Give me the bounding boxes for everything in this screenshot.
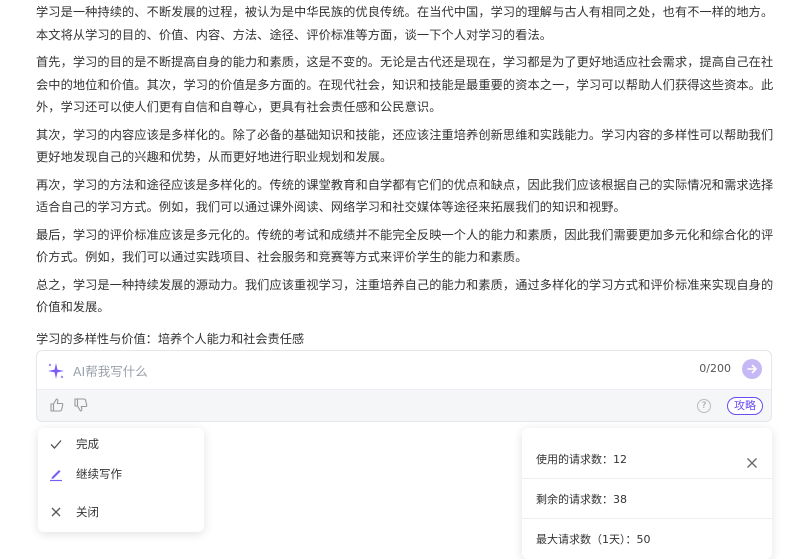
pen-icon xyxy=(48,466,64,482)
quota-panel: 使用的请求数：12 剩余的请求数：38 最大请求数（1天）：50 xyxy=(522,428,772,559)
article-paragraph: 总之，学习是一种持续发展的源动力。我们应该重视学习，注重培养自己的能力和素质，通… xyxy=(36,277,774,315)
quota-row-used: 使用的请求数：12 xyxy=(522,438,772,479)
arrow-right-icon xyxy=(747,364,757,374)
article-paragraph: 最后，学习的评价标准应该是多元化的。传统的考试和成绩并不能完全反映一个人的能力和… xyxy=(36,227,774,265)
help-icon[interactable]: ? xyxy=(697,399,711,413)
menu-item-label: 继续写作 xyxy=(76,467,122,481)
char-counter: 0/200 xyxy=(699,362,731,375)
close-icon xyxy=(48,504,64,520)
article-paragraph: 再次，学习的方法和途径应该是多样化的。传统的课堂教育和自学都有它们的优点和缺点，… xyxy=(36,177,774,215)
check-icon xyxy=(48,436,64,452)
action-menu: 完成 继续写作 关闭 xyxy=(38,428,204,532)
ai-prompt-row[interactable]: AI帮我写什么 0/200 xyxy=(37,351,771,390)
article-paragraph: 学习是一种持续的、不断发展的过程，被认为是中华民族的优良传统。在当代中国，学习的… xyxy=(36,5,774,42)
article-subtitle: 学习的多样性与价值：培养个人能力和社会责任感 xyxy=(36,332,305,346)
quota-remaining: 剩余的请求数：38 xyxy=(536,493,627,506)
quota-row-max: 最大请求数（1天）：50 xyxy=(522,518,772,558)
thumbs-down-icon[interactable] xyxy=(73,397,89,413)
article: 学习是一种持续的、不断发展的过程，被认为是中华民族的优良传统。在当代中国，学习的… xyxy=(36,0,776,324)
quota-max: 最大请求数（1天）：50 xyxy=(536,533,651,546)
menu-item-label: 完成 xyxy=(76,437,99,451)
ai-prompt-input[interactable]: AI帮我写什么 xyxy=(73,361,148,380)
thumbs-up-icon[interactable] xyxy=(49,397,65,413)
article-paragraph: 首先，学习的目的是不断提高自身的能力和素质，这是不变的。无论是古代还是现在，学习… xyxy=(36,55,774,114)
guide-button[interactable]: 攻略 xyxy=(727,397,763,415)
sparkle-icon xyxy=(46,361,66,381)
send-button[interactable] xyxy=(742,359,762,379)
article-paragraph: 其次，学习的内容应该是多样化的。除了必备的基础知识和技能，还应该注重培养创新思维… xyxy=(36,127,774,165)
close-icon[interactable] xyxy=(746,454,758,468)
ai-assistant-box: AI帮我写什么 0/200 ? 攻略 xyxy=(36,350,772,422)
menu-item-label: 关闭 xyxy=(76,505,99,519)
quota-used: 使用的请求数：12 xyxy=(536,453,627,466)
quota-row-remaining: 剩余的请求数：38 xyxy=(522,478,772,519)
